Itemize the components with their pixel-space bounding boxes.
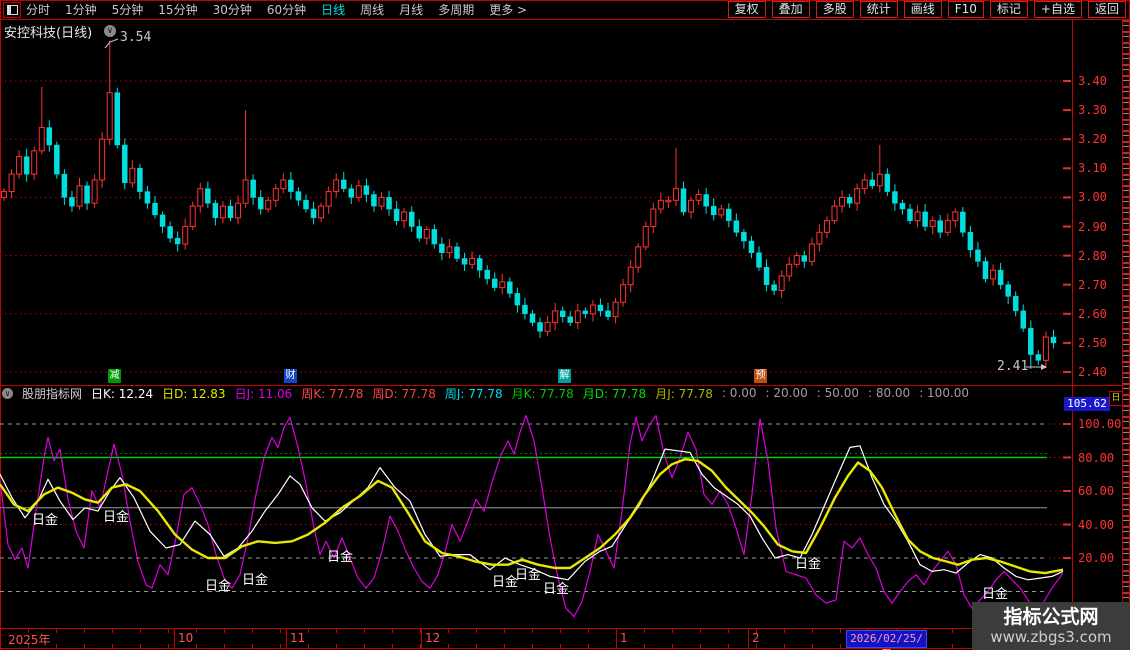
toolbar-button-叠加[interactable]: 叠加 <box>772 1 810 18</box>
golden-cross-label: 日金 <box>982 583 1008 602</box>
toolbar-button-统计[interactable]: 统计 <box>860 1 898 18</box>
toolbar-button-返回[interactable]: 返回 <box>1088 1 1126 18</box>
date-ticks-bottom <box>0 644 1130 648</box>
low-price-annotation: 2.41 <box>997 359 1028 374</box>
event-marker-财[interactable]: 财 <box>284 369 297 383</box>
menu-item-5分钟[interactable]: 5分钟 <box>112 1 144 18</box>
right-sidebar-strip[interactable] <box>1122 20 1130 620</box>
date-label: 12 <box>425 631 440 645</box>
toolbar-button-多股[interactable]: 多股 <box>816 1 854 18</box>
toolbar-menu: 复权叠加多股统计画线 F10 标记 +自选返回 <box>728 1 1126 18</box>
golden-cross-label: 日金 <box>242 569 268 588</box>
event-marker-减[interactable]: 减 <box>108 369 121 383</box>
date-label: 2025年 <box>8 631 51 648</box>
golden-cross-label: 日金 <box>795 553 821 572</box>
price-axis-line <box>1072 20 1073 628</box>
watermark-url: www.zbgs3.com <box>990 628 1111 646</box>
kdj-indicator-chart[interactable] <box>0 400 1072 628</box>
daily-badge[interactable]: 日 <box>1109 391 1123 406</box>
indicator-field: : 20.00 <box>766 386 808 400</box>
indicator-field: 周J: 77.78 <box>445 386 503 400</box>
date-label: 11 <box>290 631 305 645</box>
date-axis[interactable]: 2026/02/25/三 2025年10111212 <box>0 629 1130 648</box>
date-separator <box>286 629 287 648</box>
date-separator <box>616 629 617 648</box>
date-label: 10 <box>178 631 193 645</box>
golden-cross-label: 日金 <box>543 578 569 597</box>
price-axis-label: 2.60 <box>1078 307 1107 321</box>
price-axis-label: 2.50 <box>1078 336 1107 350</box>
bottom-border <box>0 648 1130 649</box>
indicator-axis-label: 60.00 <box>1078 484 1114 498</box>
menu-item-60分钟[interactable]: 60分钟 <box>267 1 306 18</box>
toolbar-button-标记[interactable]: 标记 <box>990 1 1028 18</box>
price-axis-label: 2.80 <box>1078 249 1107 263</box>
golden-cross-label: 日金 <box>32 509 58 528</box>
price-axis-label: 2.70 <box>1078 278 1107 292</box>
event-marker-解[interactable]: 解 <box>558 369 571 383</box>
price-axis-label: 2.40 <box>1078 365 1107 379</box>
menu-item-更多 >[interactable]: 更多 > <box>489 1 527 18</box>
date-separator <box>421 629 422 648</box>
indicator-field: : 100.00 <box>919 386 969 400</box>
indicator-name: 股朋指标网 <box>22 386 82 400</box>
indicator-header: ∨ 股朋指标网 日K: 12.24 日D: 12.83 日J: 11.06 周K: 7… <box>0 386 1065 400</box>
price-axis-label: 3.20 <box>1078 132 1107 146</box>
toolbar-button-+自选[interactable]: +自选 <box>1034 1 1082 18</box>
indicator-field: 月K: 77.78 <box>512 386 574 400</box>
menu-item-月线[interactable]: 月线 <box>399 1 423 18</box>
window-layout-icon[interactable] <box>3 2 21 18</box>
price-axis-label: 3.40 <box>1078 74 1107 88</box>
indicator-max-value-badge: 105.62 <box>1064 397 1110 411</box>
indicator-axis-label: 20.00 <box>1078 551 1114 565</box>
indicator-axis-label: 40.00 <box>1078 518 1114 532</box>
period-menu: 分时 1分钟 5分钟 15分钟 30分钟 60分钟日线周线月线多周期更多 > <box>26 0 527 19</box>
menu-item-多周期[interactable]: 多周期 <box>438 1 474 18</box>
indicator-field: 月J: 77.78 <box>655 386 713 400</box>
golden-cross-label: 日金 <box>103 506 129 525</box>
watermark-title: 指标公式网 <box>1003 606 1098 628</box>
price-axis-label: 3.30 <box>1078 103 1107 117</box>
indicator-axis-label: 100.00 <box>1078 417 1121 431</box>
menu-item-日线[interactable]: 日线 <box>321 1 345 18</box>
toolbar-button-F10[interactable]: F10 <box>948 1 984 18</box>
indicator-field: : 0.00 <box>722 386 757 400</box>
high-price-annotation: 3.54 <box>120 30 151 45</box>
menu-item-1分钟[interactable]: 1分钟 <box>65 1 97 18</box>
indicator-field: 周K: 77.78 <box>301 386 363 400</box>
date-label: 1 <box>620 631 628 645</box>
menu-item-分时[interactable]: 分时 <box>26 1 50 18</box>
indicator-field: 日J: 11.06 <box>235 386 293 400</box>
watermark: 指标公式网 www.zbgs3.com <box>972 602 1130 650</box>
toolbar-button-画线[interactable]: 画线 <box>904 1 942 18</box>
date-ticks-top <box>0 629 1130 633</box>
price-axis-label: 2.90 <box>1078 220 1107 234</box>
candlestick-chart[interactable] <box>0 20 1072 386</box>
indicator-field: : 80.00 <box>868 386 910 400</box>
toolbar-button-复权[interactable]: 复权 <box>728 1 766 18</box>
indicator-field: 月D: 77.78 <box>583 386 646 400</box>
golden-cross-label: 日金 <box>515 564 541 583</box>
date-separator <box>748 629 749 648</box>
chevron-down-icon[interactable]: ∨ <box>2 388 13 399</box>
menu-item-15分钟[interactable]: 15分钟 <box>158 1 197 18</box>
selected-date-badge[interactable]: 2026/02/25/三 <box>846 630 927 648</box>
indicator-field: : 50.00 <box>817 386 859 400</box>
menu-item-30分钟[interactable]: 30分钟 <box>213 1 252 18</box>
golden-cross-label: 日金 <box>205 575 231 594</box>
date-separator <box>174 629 175 648</box>
date-label: 2 <box>752 631 760 645</box>
menu-item-周线[interactable]: 周线 <box>360 1 384 18</box>
trading-app-window: 分时 1分钟 5分钟 15分钟 30分钟 60分钟日线周线月线多周期更多 > 复权叠加多股… <box>0 0 1130 650</box>
indicator-field: 日D: 12.83 <box>162 386 225 400</box>
golden-cross-label: 日金 <box>327 546 353 565</box>
indicator-axis-label: 80.00 <box>1078 451 1114 465</box>
indicator-field: 日K: 12.24 <box>91 386 153 400</box>
indicator-field: 周D: 77.78 <box>372 386 435 400</box>
price-axis-label: 3.00 <box>1078 190 1107 204</box>
price-axis-label: 3.10 <box>1078 161 1107 175</box>
event-marker-预[interactable]: 预 <box>754 369 767 383</box>
